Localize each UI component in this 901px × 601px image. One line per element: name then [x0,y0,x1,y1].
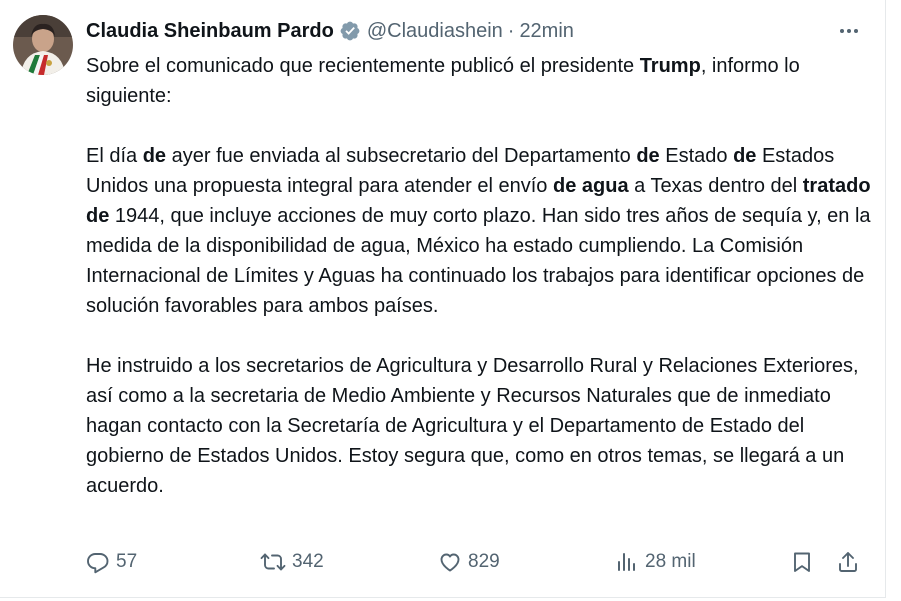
tweet-header: Claudia Sheinbaum Pardo @Claudiashein · … [86,17,574,45]
reply-icon [87,553,109,574]
tweet-paragraph-3: He instruido a los secretarios de Agricu… [86,355,859,497]
share-button[interactable] [836,546,860,578]
repost-button[interactable]: 342 [260,546,324,578]
author-name[interactable]: Claudia Sheinbaum Pardo [86,20,334,43]
bold-span: de [636,145,660,167]
text-span: Sobre el comunicado que recientemente pu… [86,55,640,77]
bold-span: de [733,145,757,167]
text-span: a Texas dentro del [628,175,803,197]
verified-badge-icon [339,20,361,42]
text-span: El día [86,145,143,167]
reply-count: 57 [116,551,138,572]
repost-icon [260,553,286,571]
like-button[interactable]: 829 [438,546,500,578]
text-span: ayer fue enviada al subsecretario del De… [166,145,637,167]
views-count: 28 mil [645,551,696,572]
bookmark-icon [794,552,810,572]
heart-icon [440,553,460,572]
text-span: Estado [659,145,734,167]
more-options-button[interactable] [835,19,863,43]
bold-span: Trump [639,55,701,77]
bold-span: de [142,145,167,167]
tweet-timestamp[interactable]: 22min [519,20,573,43]
tweet-paragraph-1: Sobre el comunicado que recientemente pu… [86,51,876,111]
bold-span: de agua [552,175,629,197]
text-span: 1944, que incluye acciones de muy corto … [86,205,871,317]
tweet-card: Claudia Sheinbaum Pardo @Claudiashein · … [0,0,886,598]
avatar-image [13,15,73,75]
avatar[interactable] [13,15,73,75]
reply-button[interactable]: 57 [86,546,137,578]
author-handle[interactable]: @Claudiashein [367,20,503,43]
like-count: 829 [468,551,500,572]
bookmark-button[interactable] [790,546,814,578]
share-icon [839,552,857,572]
more-horizontal-icon [840,29,858,33]
views-icon [618,553,635,571]
views-button[interactable]: 28 mil [615,546,696,578]
repost-count: 342 [292,551,324,572]
tweet-paragraph-2: El día de ayer fue enviada al subsecreta… [86,141,876,321]
tweet-text: Sobre el comunicado que recientemente pu… [86,51,876,501]
header-separator: · [507,19,515,42]
tweet-actions: 57 342 829 28 mil [86,546,868,578]
